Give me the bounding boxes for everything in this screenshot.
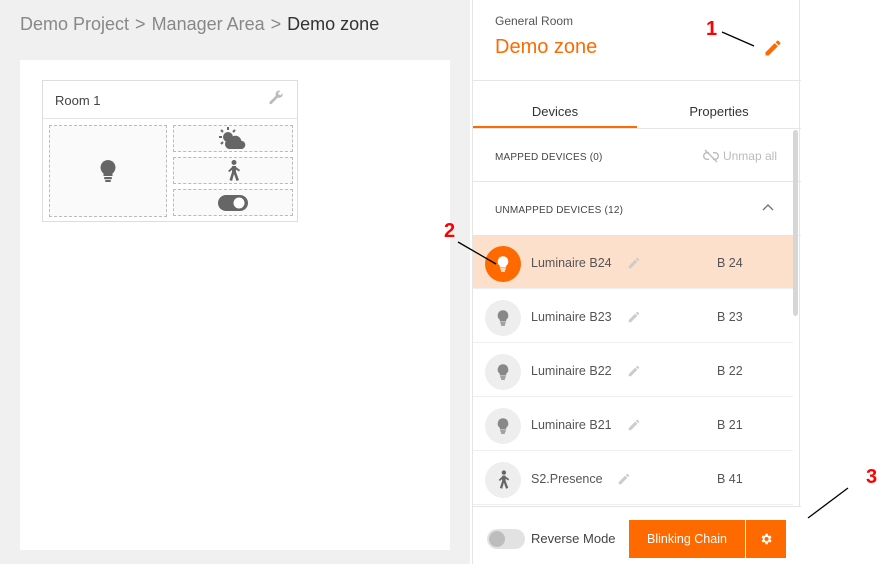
breadcrumb-item-project[interactable]: Demo Project <box>20 14 129 34</box>
unmapped-devices-header: UNMAPPED DEVICES (12) <box>495 205 624 216</box>
presence-icon <box>228 159 240 181</box>
device-name: Luminaire B23 <box>531 310 612 324</box>
device-icon-badge <box>485 246 521 282</box>
edit-pencil-icon[interactable] <box>627 256 641 270</box>
annotation-marker-2: 2 <box>444 220 456 242</box>
chevron-up-icon[interactable] <box>761 200 775 214</box>
tab-devices[interactable]: Devices <box>473 104 637 119</box>
zone-title: Demo zone <box>495 36 598 58</box>
room-type-label: General Room <box>495 14 574 28</box>
device-icon-badge <box>485 462 521 498</box>
device-name: Luminaire B24 <box>531 256 612 270</box>
toggle-switch-icon <box>218 194 248 211</box>
room-details-panel: General Room Demo zone Devices Propertie… <box>472 0 801 564</box>
edit-pencil-icon[interactable] <box>763 38 783 58</box>
panel-footer: Reverse Mode Blinking Chain <box>473 506 801 564</box>
device-icon-badge <box>485 408 521 444</box>
lightbulb-icon <box>497 418 509 434</box>
divider <box>473 128 801 129</box>
device-name: Luminaire B21 <box>531 418 612 432</box>
unmap-all-label: Unmap all <box>722 149 777 163</box>
lightbulb-icon <box>100 160 116 182</box>
lightbulb-icon <box>497 310 509 326</box>
device-row[interactable]: Luminaire B21 B 21 <box>473 398 793 451</box>
room-header: Room 1 <box>43 81 297 119</box>
blinking-chain-button[interactable]: Blinking Chain <box>629 520 745 558</box>
device-code: B 22 <box>717 364 743 378</box>
presence-icon <box>498 470 510 489</box>
unmap-all-button[interactable]: Unmap all <box>703 149 777 163</box>
edit-pencil-icon[interactable] <box>627 310 641 324</box>
annotation-marker-3: 3 <box>866 466 878 488</box>
reverse-mode-label: Reverse Mode <box>531 531 616 546</box>
breadcrumb-item-area[interactable]: Manager Area <box>152 14 265 34</box>
room-slot-switch[interactable] <box>173 189 293 216</box>
edit-pencil-icon[interactable] <box>627 418 641 432</box>
room-slot-weather[interactable] <box>173 125 293 152</box>
chain-settings-button[interactable] <box>746 520 786 558</box>
divider <box>473 181 801 182</box>
lightbulb-icon <box>497 256 509 272</box>
device-list-scrollbar[interactable] <box>793 130 798 316</box>
room-slot-lighting[interactable] <box>49 125 167 217</box>
device-code: B 41 <box>717 472 743 486</box>
breadcrumb-current: Demo zone <box>287 14 380 34</box>
room-slot-presence[interactable] <box>173 157 293 184</box>
device-row[interactable]: Luminaire B24 B 24 <box>473 236 793 289</box>
device-row[interactable]: Luminaire B22 B 22 <box>473 344 793 397</box>
reverse-mode-toggle[interactable] <box>487 529 525 549</box>
lightbulb-icon <box>497 364 509 380</box>
device-row[interactable]: S2.Presence B 41 <box>473 452 793 505</box>
breadcrumb-separator: > <box>135 14 146 34</box>
device-code: B 21 <box>717 418 743 432</box>
toggle-knob <box>489 531 505 547</box>
breadcrumb-separator: > <box>270 14 282 34</box>
device-icon-badge <box>485 300 521 336</box>
annotation-marker-1: 1 <box>706 18 718 40</box>
breadcrumb: Demo Project > Manager Area > Demo zone <box>20 14 379 35</box>
divider <box>473 80 801 81</box>
unlink-icon <box>703 149 719 163</box>
tab-properties[interactable]: Properties <box>637 104 801 119</box>
room-title: Room 1 <box>55 93 101 108</box>
device-name: Luminaire B22 <box>531 364 612 378</box>
device-name: S2.Presence <box>531 472 603 486</box>
room-card[interactable]: Room 1 <box>42 80 298 222</box>
edit-pencil-icon[interactable] <box>617 472 631 486</box>
wrench-icon[interactable] <box>267 90 285 108</box>
device-icon-badge <box>485 354 521 390</box>
weather-icon <box>219 126 246 149</box>
device-code: B 23 <box>717 310 743 324</box>
mapped-devices-header: MAPPED DEVICES (0) <box>495 152 603 163</box>
gear-icon <box>761 533 772 545</box>
device-code: B 24 <box>717 256 743 270</box>
edit-pencil-icon[interactable] <box>627 364 641 378</box>
device-row[interactable]: Luminaire B23 B 23 <box>473 290 793 343</box>
